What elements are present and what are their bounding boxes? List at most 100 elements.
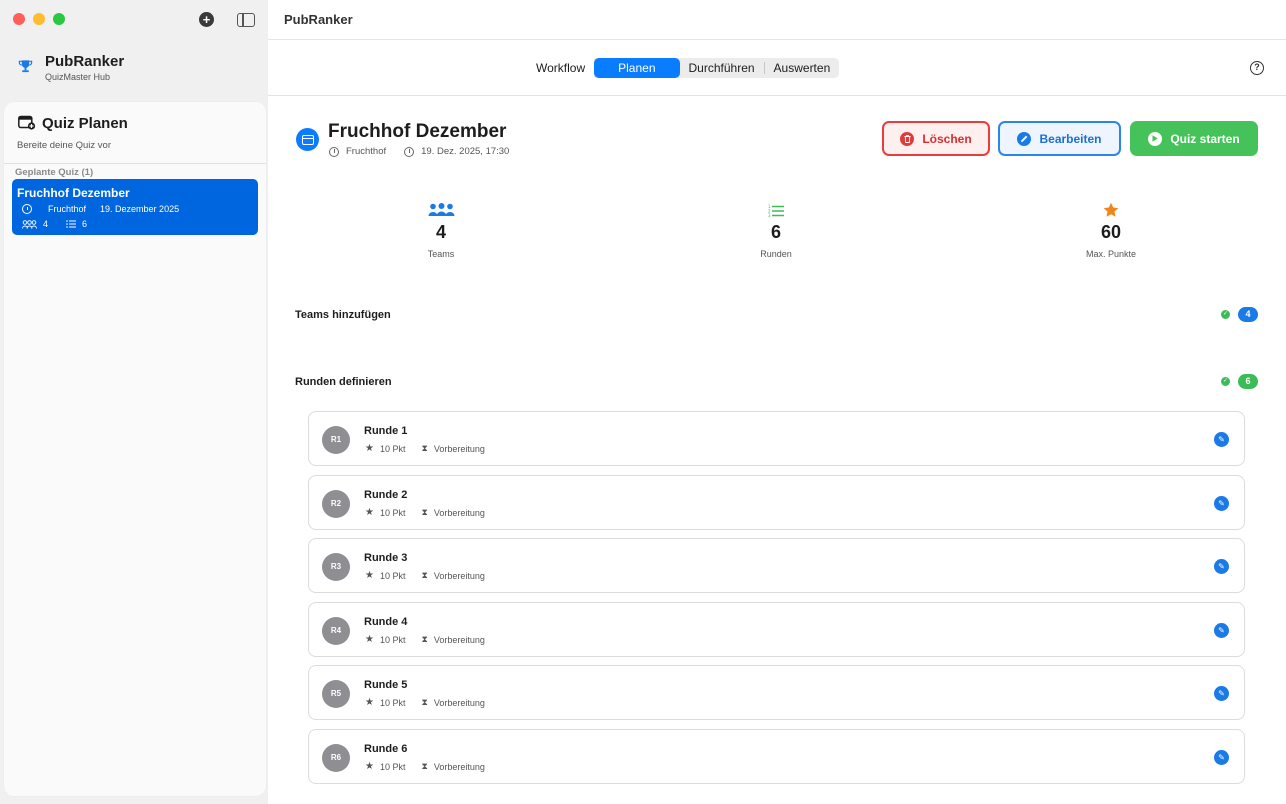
stat-teams: 4 Teams: [381, 200, 501, 259]
quiz-item-date: 19. Dezember 2025: [100, 204, 180, 214]
round-status: Vorbereitung: [433, 507, 485, 518]
round-card[interactable]: R1 Runde 1 ★ 10 Pkt ⧗ Vorbereitung ✎: [308, 411, 1245, 466]
zoom-window-button[interactable]: [53, 13, 65, 25]
tab-auswerten[interactable]: Auswerten: [765, 58, 840, 78]
round-points: 10 Pkt: [379, 570, 406, 581]
clock-icon: [404, 146, 415, 157]
stat-teams-value: 4: [435, 222, 446, 242]
window-title: PubRanker: [284, 12, 353, 27]
stat-max-points-value: 60: [1100, 222, 1122, 242]
hourglass-icon: ⧗: [421, 507, 428, 517]
people-icon: [22, 219, 37, 229]
edit-button[interactable]: Bearbeiten: [998, 121, 1121, 156]
quiz-item-venue: Fruchthof: [48, 204, 87, 214]
quiz-venue: Fruchthof: [346, 146, 387, 157]
round-status: Vorbereitung: [433, 761, 485, 772]
teams-count-badge: 4: [1238, 307, 1258, 322]
delete-button-label: Löschen: [922, 131, 972, 146]
people-icon: [381, 200, 501, 220]
quiz-meta: Fruchthof 19. Dez. 2025, 17:30: [329, 146, 509, 157]
quiz-datetime: 19. Dez. 2025, 17:30: [421, 146, 510, 157]
round-badge: R6: [322, 744, 350, 772]
round-badge: R2: [322, 490, 350, 518]
teams-section-title[interactable]: Teams hinzufügen: [295, 309, 391, 321]
start-quiz-button-label: Quiz starten: [1170, 131, 1240, 146]
sidebar-subtitle: Bereite deine Quiz vor: [17, 140, 111, 151]
sidebar-divider: [4, 163, 266, 164]
edit-round-icon[interactable]: ✎: [1214, 686, 1229, 701]
hourglass-icon: ⧗: [421, 443, 428, 453]
round-badge: R1: [322, 426, 350, 454]
tab-planen[interactable]: Planen: [594, 58, 680, 78]
checkmark-icon: ✓: [1221, 377, 1230, 386]
rounds-section-title[interactable]: Runden definieren: [295, 376, 392, 388]
edit-round-icon[interactable]: ✎: [1214, 750, 1229, 765]
round-meta: ★ 10 Pkt ⧗ Vorbereitung: [365, 634, 485, 645]
minimize-window-button[interactable]: [33, 13, 45, 25]
round-name: Runde 3: [364, 552, 408, 564]
edit-button-label: Bearbeiten: [1039, 131, 1102, 146]
round-card[interactable]: R3 Runde 3 ★ 10 Pkt ⧗ Vorbereitung ✎: [308, 538, 1245, 593]
add-quiz-icon[interactable]: +: [199, 12, 214, 27]
round-meta: ★ 10 Pkt ⧗ Vorbereitung: [365, 570, 485, 581]
list-icon: [66, 220, 77, 228]
quiz-item-team-count: 4: [43, 219, 49, 229]
sidebar-toggle-icon[interactable]: [237, 13, 255, 27]
round-status: Vorbereitung: [433, 443, 485, 454]
stat-rounds: 1 2 3 6 Runden: [716, 200, 836, 260]
round-name: Runde 6: [364, 743, 408, 755]
hourglass-icon: ⧗: [421, 697, 428, 707]
stat-teams-label: Teams: [427, 249, 455, 259]
stat-max-points-label: Max. Punkte: [1085, 249, 1137, 259]
round-name: Runde 5: [364, 679, 408, 691]
calendar-icon: [296, 128, 319, 151]
clock-icon: [22, 204, 32, 214]
round-points: 10 Pkt: [379, 761, 406, 772]
edit-round-icon[interactable]: ✎: [1214, 432, 1229, 447]
tab-durchfuehren[interactable]: Durchführen: [680, 58, 764, 78]
round-name: Runde 1: [364, 425, 408, 437]
workflow-segmented-control: Workflow Planen Durchführen Auswerten: [527, 58, 840, 78]
quiz-item-counts: 4 6: [22, 219, 87, 229]
stat-rounds-value: 6: [770, 222, 781, 242]
star-icon: ★: [365, 697, 374, 708]
star-icon: ★: [365, 507, 374, 518]
help-icon[interactable]: ?: [1250, 61, 1264, 75]
close-window-button[interactable]: [13, 13, 25, 25]
quiz-list-item[interactable]: Fruchhof Dezember Fruchthof 19. Dezember…: [12, 179, 258, 235]
edit-round-icon[interactable]: ✎: [1214, 623, 1229, 638]
star-icon: [1051, 200, 1171, 220]
checkmark-icon: ✓: [1221, 310, 1230, 319]
round-card[interactable]: R4 Runde 4 ★ 10 Pkt ⧗ Vorbereitung ✎: [308, 602, 1245, 657]
hourglass-icon: ⧗: [421, 761, 428, 771]
delete-button[interactable]: Löschen: [882, 121, 990, 156]
brand-area: PubRanker QuizMaster Hub: [0, 40, 268, 96]
round-badge: R4: [322, 617, 350, 645]
round-card[interactable]: R5 Runde 5 ★ 10 Pkt ⧗ Vorbereitung ✎: [308, 665, 1245, 720]
round-badge: R3: [322, 553, 350, 581]
trophy-icon: [18, 60, 33, 73]
sidebar-section-header: Geplante Quiz (1): [15, 167, 94, 178]
round-points: 10 Pkt: [379, 634, 406, 645]
edit-round-icon[interactable]: ✎: [1214, 496, 1229, 511]
round-points: 10 Pkt: [379, 507, 406, 518]
sidebar-panel: Quiz Planen Bereite deine Quiz vor Gepla…: [4, 102, 266, 796]
rounds-count-badge: 6: [1238, 374, 1258, 389]
calendar-add-icon: [18, 115, 36, 130]
sidebar-title: Quiz Planen: [42, 115, 128, 132]
stat-rounds-label: Runden: [760, 249, 792, 259]
start-quiz-button[interactable]: Quiz starten: [1130, 121, 1258, 156]
quiz-title: Fruchhof Dezember: [328, 121, 507, 142]
round-meta: ★ 10 Pkt ⧗ Vorbereitung: [365, 761, 485, 772]
edit-round-icon[interactable]: ✎: [1214, 559, 1229, 574]
round-card[interactable]: R2 Runde 2 ★ 10 Pkt ⧗ Vorbereitung ✎: [308, 475, 1245, 530]
star-icon: ★: [365, 443, 374, 454]
app-header: PubRanker QuizMaster Hub Workflow Planen…: [0, 40, 1286, 96]
round-meta: ★ 10 Pkt ⧗ Vorbereitung: [365, 697, 485, 708]
round-status: Vorbereitung: [433, 634, 485, 645]
round-meta: ★ 10 Pkt ⧗ Vorbereitung: [365, 507, 485, 518]
round-card[interactable]: R6 Runde 6 ★ 10 Pkt ⧗ Vorbereitung ✎: [308, 729, 1245, 784]
workflow-label: Workflow: [527, 58, 595, 78]
play-icon: [1148, 131, 1163, 146]
stat-max-points: 60 Max. Punkte: [1051, 200, 1171, 259]
